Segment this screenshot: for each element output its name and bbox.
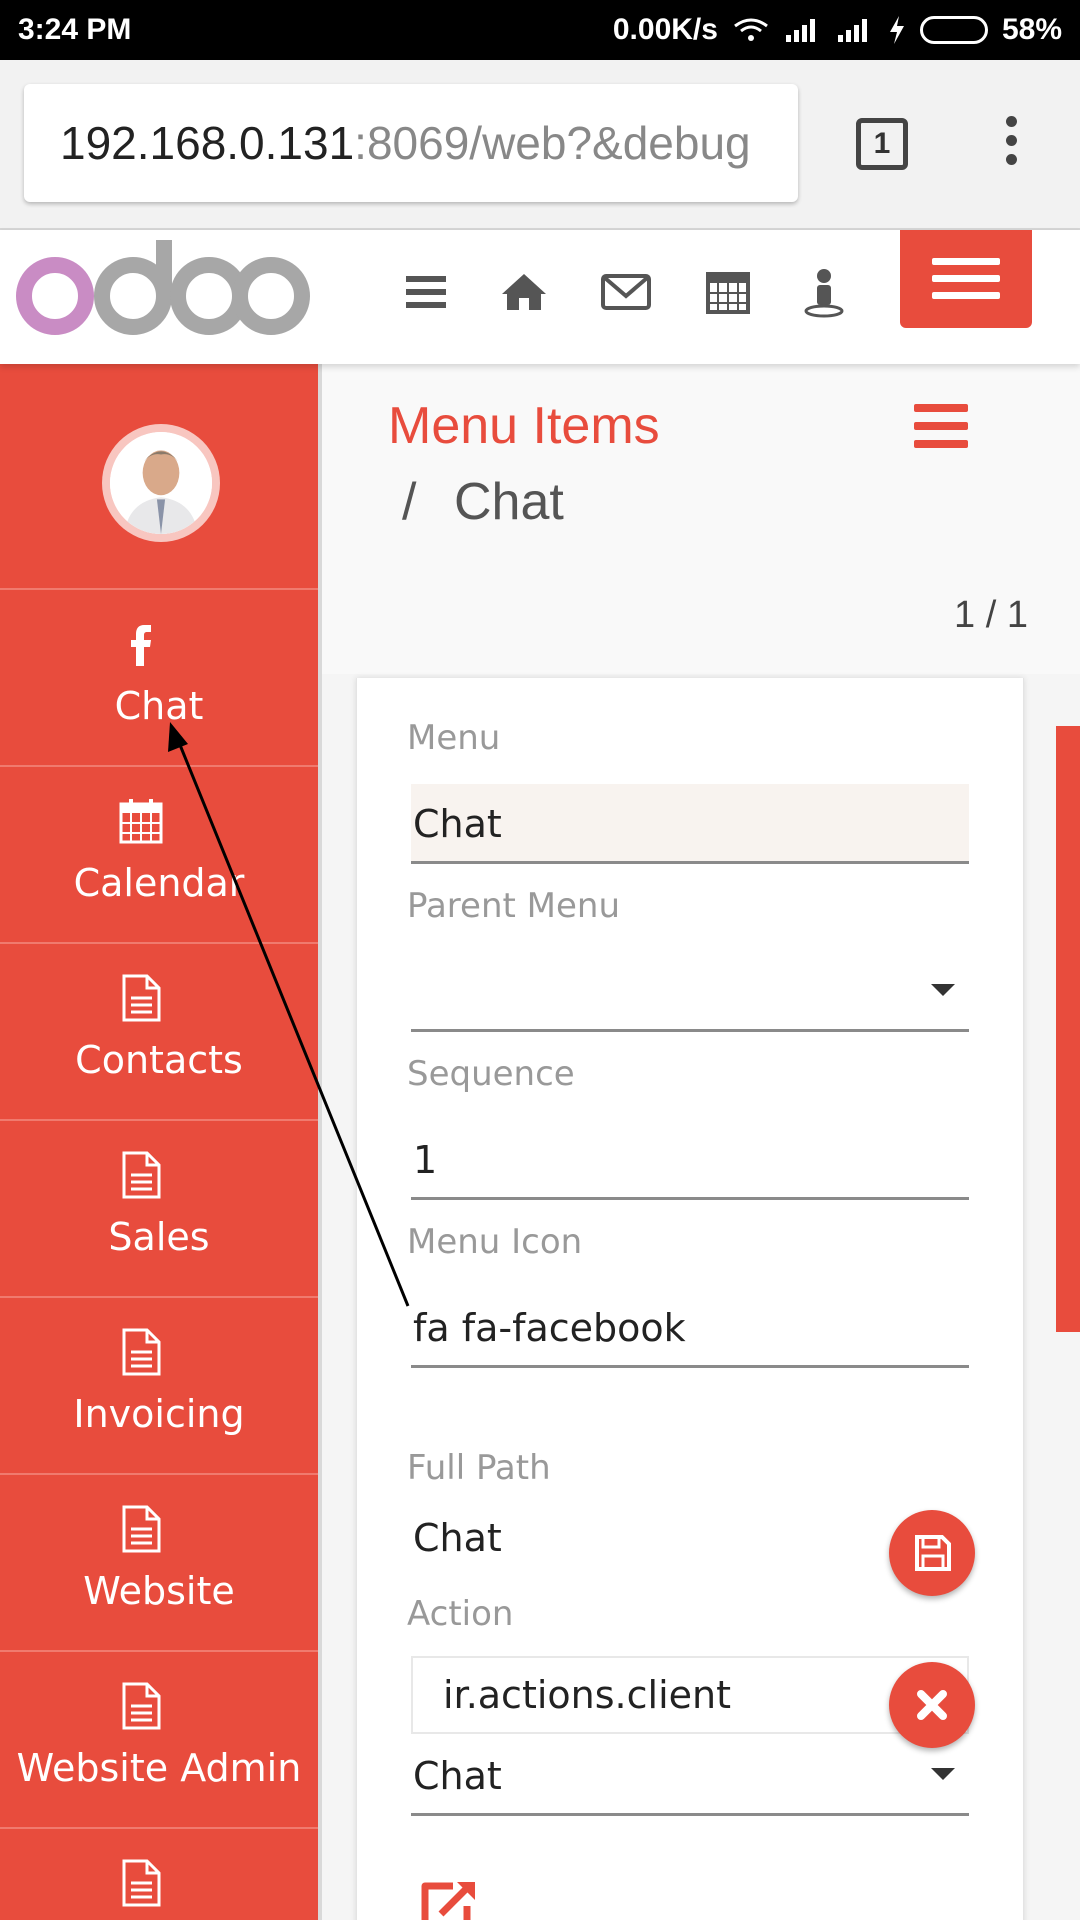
sidebar-item-contacts[interactable]: Contacts <box>0 944 318 1121</box>
tab-switcher-button[interactable]: 1 <box>856 118 908 170</box>
wifi-icon <box>734 18 768 41</box>
sidebar: Chat Calendar Contacts Sales Invoicing W… <box>0 364 322 1920</box>
scroll-indicator[interactable] <box>1056 726 1080 1332</box>
hamburger-icon[interactable] <box>398 264 454 320</box>
pager-value[interactable]: 1 / 1 <box>954 594 1028 637</box>
odoo-logo <box>16 240 310 335</box>
envelope-icon[interactable] <box>598 264 654 320</box>
chevron-down-icon <box>931 984 955 996</box>
main-menu-toggle-button[interactable] <box>900 230 1032 328</box>
menu-name-input[interactable]: Chat <box>411 784 969 864</box>
full-path-value: Chat <box>413 1516 502 1560</box>
status-time: 3:24 PM <box>18 13 132 46</box>
parent-menu-select[interactable] <box>411 952 969 1032</box>
avatar[interactable] <box>102 424 220 542</box>
save-button[interactable] <box>889 1510 975 1596</box>
document-icon <box>122 1682 161 1730</box>
breadcrumb-parent-link[interactable]: Menu Items <box>388 396 660 456</box>
action-select[interactable]: Chat <box>411 1736 969 1816</box>
floppy-disk-icon <box>915 1535 951 1571</box>
sidebar-item-calendar[interactable]: Calendar <box>0 767 318 944</box>
user-icon[interactable] <box>796 264 852 320</box>
control-panel: Menu Items / Chat 1 / 1 <box>322 364 1080 674</box>
browser-toolbar: 192.168.0.131:8069/web?&debug 1 <box>0 60 1080 230</box>
sidebar-item-label: Website <box>83 1569 235 1613</box>
home-icon[interactable] <box>496 264 552 320</box>
sidebar-item-invoicing[interactable]: Invoicing <box>0 1298 318 1475</box>
status-right: 0.00K/s 58% <box>613 13 1062 47</box>
cell-signal-icon <box>785 19 815 42</box>
sidebar-profile <box>0 364 318 590</box>
status-bar: 3:24 PM 0.00K/s 58% <box>0 0 1080 60</box>
sidebar-item-website[interactable]: Website <box>0 1475 318 1652</box>
breadcrumb-current: Chat <box>454 473 564 531</box>
avatar-photo <box>110 432 212 534</box>
screen: 3:24 PM 0.00K/s 58% 192.168.0.131:8069/w… <box>0 0 1080 1920</box>
document-icon <box>122 1505 161 1553</box>
document-icon <box>122 1859 161 1907</box>
calendar-icon <box>119 799 163 844</box>
calendar-icon[interactable] <box>700 264 756 320</box>
url-bar[interactable]: 192.168.0.131:8069/web?&debug <box>24 84 798 202</box>
field-label-menu-icon: Menu Icon <box>407 1222 583 1262</box>
external-link-icon[interactable] <box>417 1876 483 1920</box>
field-label-parent-menu: Parent Menu <box>407 886 620 926</box>
breadcrumb-separator: / <box>402 473 417 531</box>
field-label-action: Action <box>407 1594 514 1634</box>
url-path: :8069/web?&debug <box>354 117 751 169</box>
sidebar-item-more[interactable] <box>0 1829 318 1920</box>
overflow-menu-icon[interactable] <box>1000 116 1022 172</box>
document-icon <box>122 1151 161 1199</box>
net-speed: 0.00K/s <box>612 13 718 46</box>
sidebar-item-label: Sales <box>108 1215 210 1259</box>
sequence-input[interactable]: 1 <box>411 1120 969 1200</box>
discard-button[interactable] <box>889 1662 975 1748</box>
sidebar-item-sales[interactable]: Sales <box>0 1121 318 1298</box>
sidebar-item-label: Website Admin <box>16 1746 302 1790</box>
charging-icon <box>889 16 904 44</box>
field-label-sequence: Sequence <box>407 1054 575 1094</box>
sidebar-item-chat[interactable]: Chat <box>0 590 318 767</box>
battery-percent: 58% <box>1001 13 1062 46</box>
chevron-down-icon <box>931 1768 955 1780</box>
action-value: Chat <box>413 1754 502 1798</box>
sidebar-item-label: Chat <box>114 684 204 728</box>
sidebar-item-label: Calendar <box>73 861 245 905</box>
main-content: Menu Items / Chat 1 / 1 Menu Chat Parent… <box>322 364 1080 1920</box>
sidebar-item-label: Contacts <box>75 1038 243 1082</box>
action-type-select[interactable]: ir.actions.client <box>411 1656 969 1734</box>
menu-icon-input[interactable]: fa fa-facebook <box>411 1288 969 1368</box>
field-label-full-path: Full Path <box>407 1448 551 1488</box>
url-host: 192.168.0.131 <box>60 117 355 169</box>
app-header <box>0 230 1080 364</box>
sidebar-item-label: Invoicing <box>73 1392 245 1436</box>
form-sheet: Menu Chat Parent Menu Sequence 1 Menu Ic… <box>356 678 1024 1920</box>
close-icon <box>917 1690 947 1720</box>
control-panel-menu-icon[interactable] <box>914 404 968 452</box>
document-icon <box>122 974 161 1022</box>
facebook-icon <box>131 625 151 666</box>
field-label-menu: Menu <box>407 718 501 758</box>
document-icon <box>122 1328 161 1376</box>
battery-icon <box>919 16 988 44</box>
cell-signal-icon-2 <box>837 19 867 42</box>
sidebar-item-website-admin[interactable]: Website Admin <box>0 1652 318 1829</box>
